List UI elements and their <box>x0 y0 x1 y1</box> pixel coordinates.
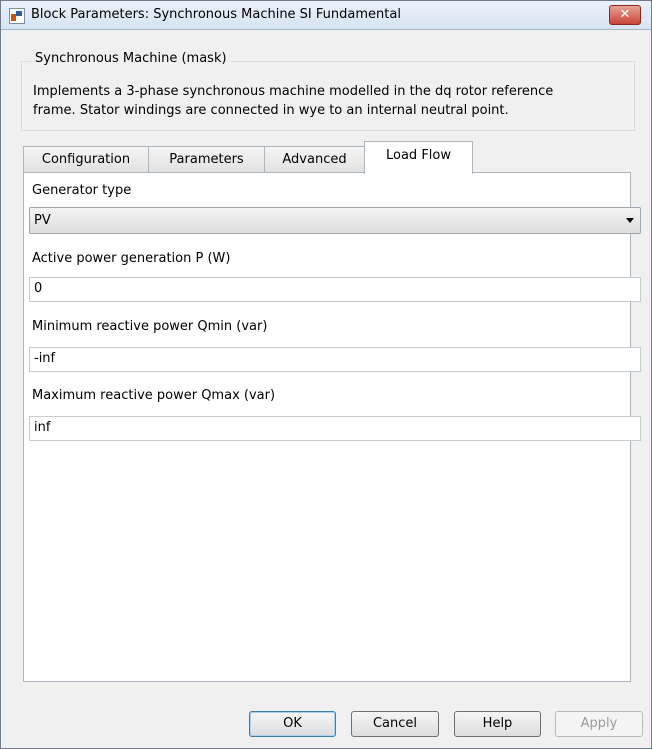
chevron-down-icon <box>626 218 634 223</box>
generator-type-value: PV <box>34 213 51 228</box>
close-icon: ✕ <box>619 7 631 22</box>
title-bar[interactable]: Block Parameters: Synchronous Machine SI… <box>1 1 651 30</box>
ok-button[interactable]: OK <box>249 711 336 737</box>
qmin-input[interactable] <box>30 348 628 369</box>
cancel-button[interactable]: Cancel <box>351 711 439 737</box>
description-line: Implements a 3-phase synchronous machine… <box>33 84 554 99</box>
generator-type-select[interactable]: PV <box>29 207 641 234</box>
generator-type-label: Generator type <box>32 183 132 198</box>
qmax-input[interactable] <box>30 417 628 438</box>
active-power-input[interactable] <box>30 278 628 299</box>
dialog-window: Block Parameters: Synchronous Machine SI… <box>0 0 652 749</box>
qmin-label: Minimum reactive power Qmin (var) <box>32 319 268 334</box>
tab-parameters[interactable]: Parameters <box>148 146 265 173</box>
tab-advanced[interactable]: Advanced <box>264 146 365 173</box>
active-power-label: Active power generation P (W) <box>32 251 231 266</box>
mask-title: Synchronous Machine (mask) <box>31 51 231 66</box>
qmax-label: Maximum reactive power Qmax (var) <box>32 388 276 403</box>
simulink-block-icon <box>9 8 25 24</box>
load-flow-panel: Generator type PV Active power generatio… <box>23 172 641 682</box>
close-button[interactable]: ✕ <box>609 5 641 25</box>
help-button[interactable]: Help <box>454 711 541 737</box>
window-title: Block Parameters: Synchronous Machine SI… <box>31 7 401 22</box>
mask-description: Implements a 3-phase synchronous machine… <box>33 82 633 120</box>
active-power-field[interactable] <box>29 277 641 302</box>
tab-configuration[interactable]: Configuration <box>23 146 149 173</box>
qmax-field[interactable] <box>29 416 641 441</box>
tab-load-flow[interactable]: Load Flow <box>364 141 473 174</box>
apply-button[interactable]: Apply <box>555 711 643 737</box>
description-line: frame. Stator windings are connected in … <box>33 103 509 118</box>
qmin-field[interactable] <box>29 347 641 372</box>
